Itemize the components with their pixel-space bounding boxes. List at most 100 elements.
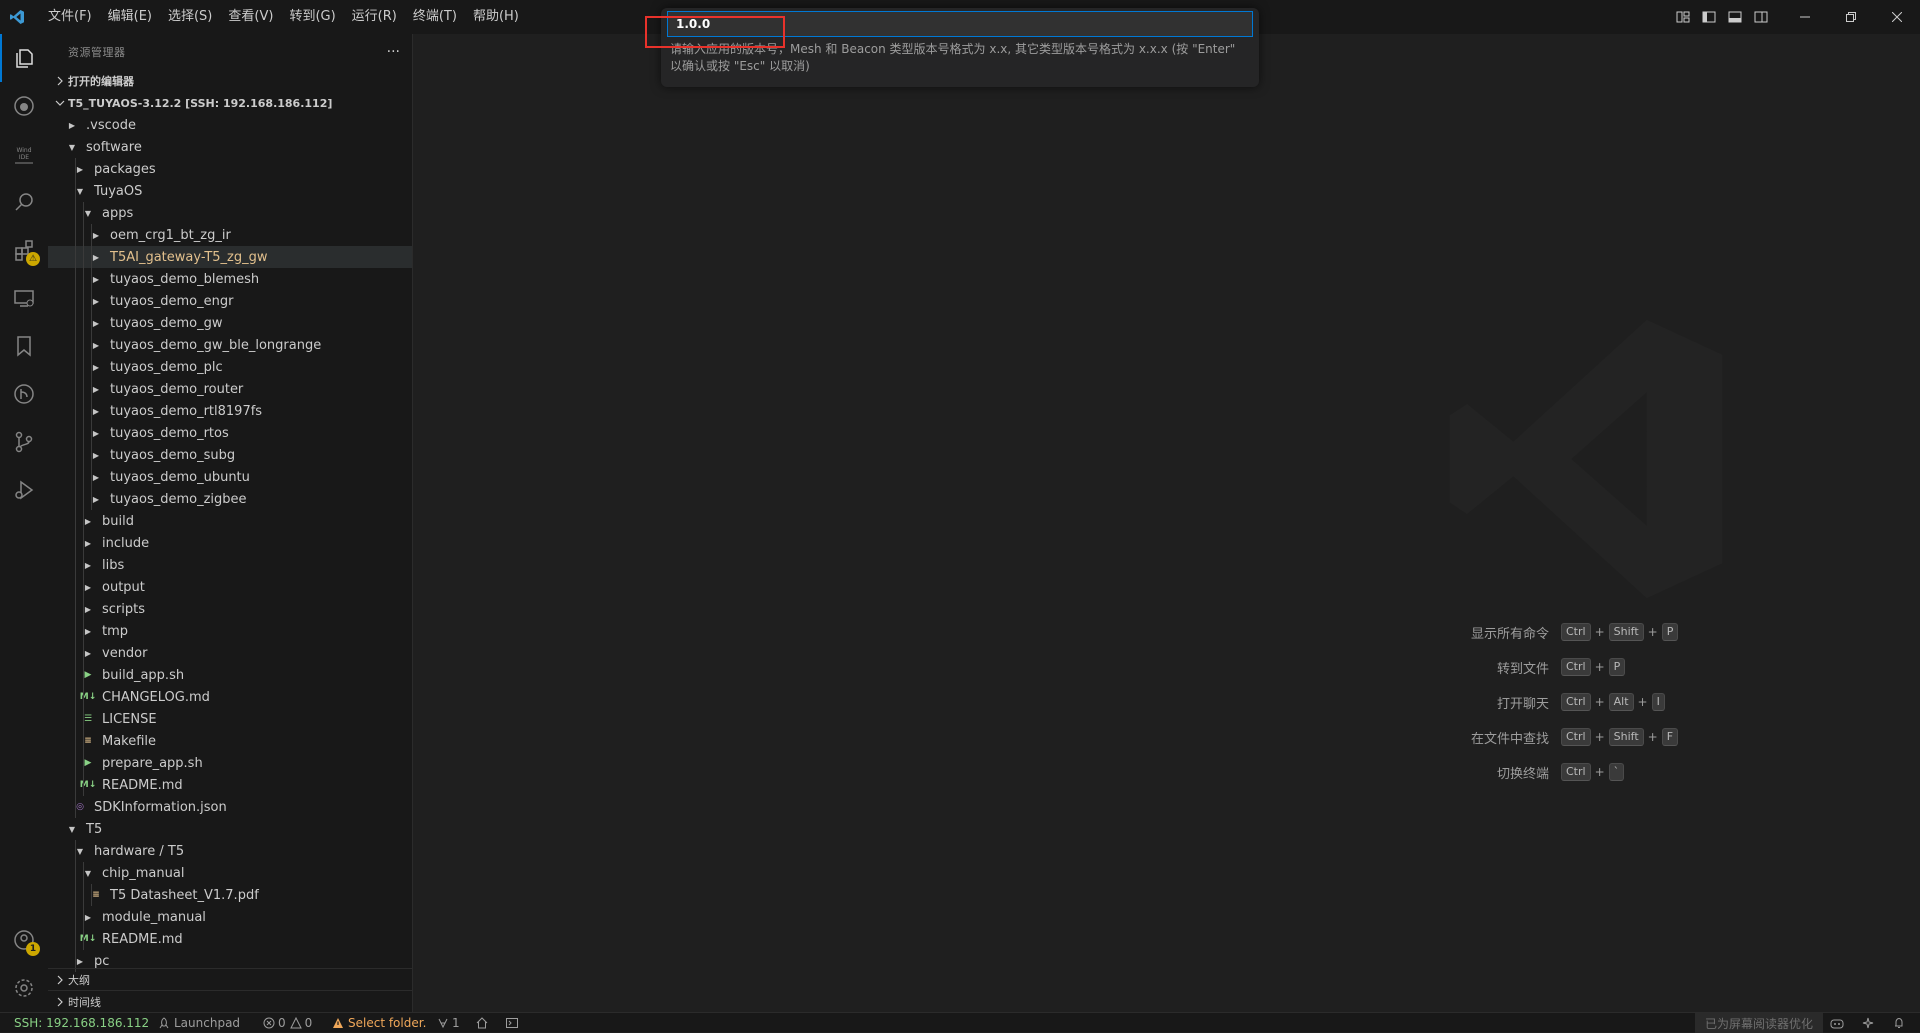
toggle-panel-icon[interactable] [1722,0,1748,34]
tree-folder-item[interactable]: ▶ tuyaos_demo_blemesh [48,268,412,290]
menu-item[interactable]: 文件(F) [40,0,100,34]
message-line-2: 以确认或按 "Esc" 以取消) [670,59,810,73]
tree-folder-item[interactable]: ▶ .vscode [48,114,412,136]
timeline-graph-icon[interactable] [0,370,48,418]
menu-item[interactable]: 终端(T) [405,0,465,34]
source-control-icon[interactable] [0,418,48,466]
tree-folder-item[interactable]: ▶ tmp [48,620,412,642]
tree-folder-item[interactable]: ▶ scripts [48,598,412,620]
explorer-icon[interactable] [0,34,48,82]
shortcut-label: 打开聊天 [1496,696,1549,712]
indent-guide [83,884,84,906]
tree-file-item[interactable]: ◎ SDKInformation.json [48,796,412,818]
open-editors-section[interactable]: 打开的编辑器 [48,70,412,92]
select-folder-item[interactable]: Select folder. [332,1013,426,1033]
tree-folder-item[interactable]: ▶ tuyaos_demo_ubuntu [48,466,412,488]
tree-folder-item[interactable]: ▶ tuyaos_demo_engr [48,290,412,312]
customize-layout-icon[interactable] [1670,0,1696,34]
tree-folder-item[interactable]: ▼ T5 [48,818,412,840]
indent-guide [83,444,84,466]
github-icon[interactable] [0,82,48,130]
workspace-section[interactable]: T5_TUYAOS-3.12.2 [SSH: 192.168.186.112] [48,92,412,114]
close-button[interactable] [1874,0,1920,34]
menu-item[interactable]: 选择(S) [160,0,220,34]
indent-guide [75,862,76,884]
remote-explorer-icon[interactable] [0,274,48,322]
tree-file-item[interactable]: ≡ Makefile [48,730,412,752]
settings-gear-icon[interactable] [0,964,48,1012]
tree-file-item[interactable]: M↓ CHANGELOG.md [48,686,412,708]
tree-folder-item[interactable]: ▶ tuyaos_demo_rtos [48,422,412,444]
tree-folder-item[interactable]: ▶ tuyaos_demo_rtl8197fs [48,400,412,422]
tree-folder-item[interactable]: ▼ chip_manual [48,862,412,884]
tree-folder-item[interactable]: ▶ tuyaos_demo_router [48,378,412,400]
tree-folder-item[interactable]: ▶ T5AI_gateway-T5_zg_gw [48,246,412,268]
copilot-icon[interactable] [1830,1013,1844,1033]
tree-folder-item[interactable]: ▶ build [48,510,412,532]
outline-section[interactable]: 大纲 [48,968,412,991]
tree-folder-item[interactable]: ▶ module_manual [48,906,412,928]
tree-folder-item[interactable]: ▶ tuyaos_demo_subg [48,444,412,466]
indent-guide [91,224,92,246]
more-actions-icon[interactable]: ··· [387,44,400,60]
tree-item-label: .vscode [86,117,136,133]
tree-folder-item[interactable]: ▼ hardware / T5 [48,840,412,862]
search-icon[interactable] [0,178,48,226]
accounts-icon[interactable]: 1 [0,916,48,964]
tree-file-item[interactable]: M↓ README.md [48,774,412,796]
tree-folder-item[interactable]: ▶ vendor [48,642,412,664]
tree-folder-item[interactable]: ▶ packages [48,158,412,180]
tree-folder-item[interactable]: ▶ oem_crg1_bt_zg_ir [48,224,412,246]
open-editors-label: 打开的编辑器 [68,75,134,88]
tree-folder-item[interactable]: ▶ tuyaos_demo_plc [48,356,412,378]
menu-item[interactable]: 运行(R) [344,0,405,34]
key-plus-separator: + [1594,695,1605,709]
indent-guide [75,510,76,532]
antenna-icon [438,1018,448,1029]
notifications-bell-icon[interactable] [1893,1013,1905,1033]
home-icon[interactable] [476,1013,488,1033]
menu-item[interactable]: 编辑(E) [100,0,160,34]
tree-folder-item[interactable]: ▶ libs [48,554,412,576]
chevron-down-icon[interactable]: ▼ [64,825,80,834]
tree-folder-item[interactable]: ▶ tuyaos_demo_gw [48,312,412,334]
tree-file-item[interactable]: ▶ prepare_app.sh [48,752,412,774]
toggle-primary-sidebar-icon[interactable] [1696,0,1722,34]
extensions-icon[interactable]: ⚠ [0,226,48,274]
warning-icon [289,1017,302,1029]
timeline-section[interactable]: 时间线 [48,990,412,1012]
wind-ide-icon[interactable]: Wind IDE [0,130,48,178]
restore-button[interactable] [1828,0,1874,34]
bookmarks-icon[interactable] [0,322,48,370]
tree-file-item[interactable]: ▶ build_app.sh [48,664,412,686]
tree-file-item[interactable]: ≡ T5 Datasheet_V1.7.pdf [48,884,412,906]
minimize-button[interactable] [1782,0,1828,34]
problems-item[interactable]: 0 0 [263,1013,312,1033]
menu-item[interactable]: 查看(V) [220,0,281,34]
indent-guide [75,334,76,356]
tree-file-item[interactable]: M↓ README.md [48,928,412,950]
error-count: 0 [278,1016,286,1030]
run-debug-icon[interactable] [0,466,48,514]
tree-folder-item[interactable]: ▼ software [48,136,412,158]
menu-item[interactable]: 帮助(H) [465,0,527,34]
tree-folder-item[interactable]: ▶ output [48,576,412,598]
ports-item[interactable]: 1 [437,1013,460,1033]
menu-item[interactable]: 转到(G) [281,0,343,34]
toggle-secondary-sidebar-icon[interactable] [1748,0,1774,34]
indent-guide [91,378,92,400]
remote-indicator[interactable]: SSH: 192.168.186.112 [0,1013,149,1033]
launchpad-item[interactable]: Launchpad [158,1013,240,1033]
tree-folder-item[interactable]: ▶ include [48,532,412,554]
terminal-icon[interactable] [506,1013,518,1033]
tree-file-item[interactable]: ☰ LICENSE [48,708,412,730]
chevron-down-icon[interactable]: ▼ [64,143,80,152]
chevron-right-icon[interactable]: ▶ [64,121,80,130]
tree-folder-item[interactable]: ▶ tuyaos_demo_gw_ble_longrange [48,334,412,356]
screen-reader-item[interactable]: 已为屏幕阅读器优化 [1695,1013,1824,1033]
tree-folder-item[interactable]: ▼ TuyaOS [48,180,412,202]
tree-item-label: oem_crg1_bt_zg_ir [110,227,231,243]
tree-folder-item[interactable]: ▶ tuyaos_demo_zigbee [48,488,412,510]
tree-folder-item[interactable]: ▼ apps [48,202,412,224]
sparkle-icon[interactable] [1862,1013,1874,1033]
